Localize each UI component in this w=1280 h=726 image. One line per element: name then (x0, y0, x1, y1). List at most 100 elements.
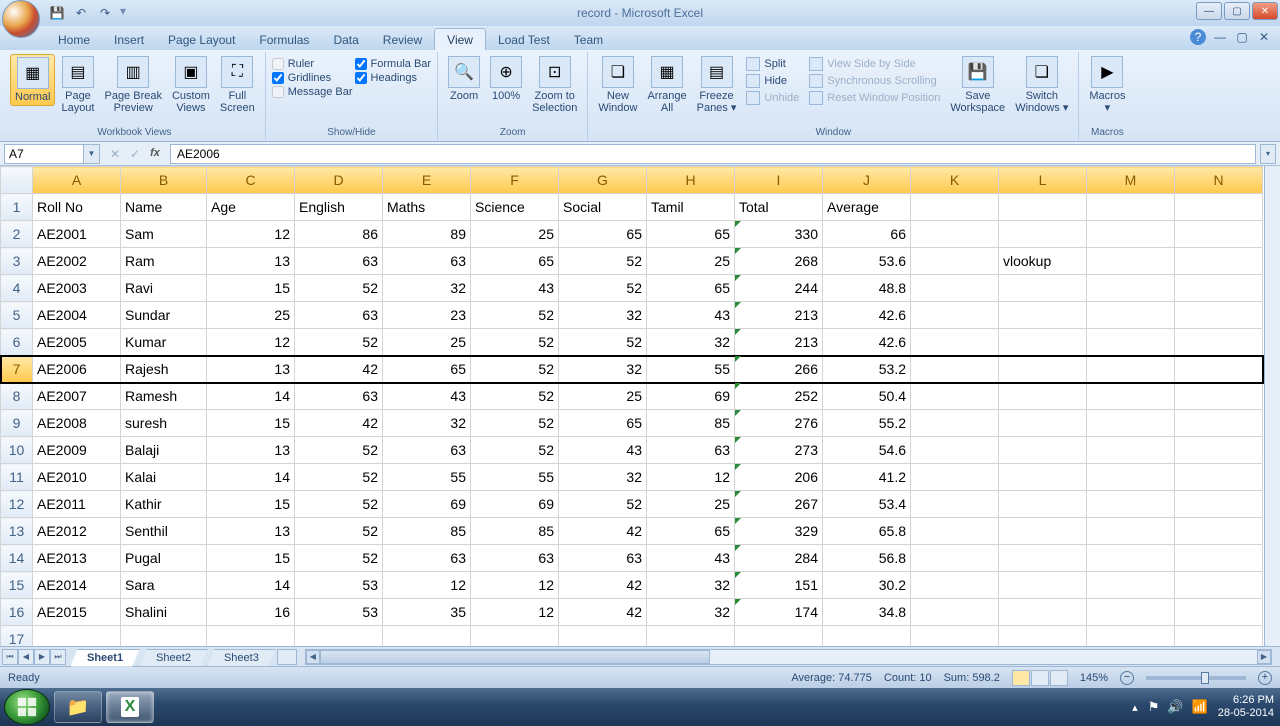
column-header[interactable]: L (999, 167, 1087, 194)
cell[interactable]: 63 (295, 302, 383, 329)
cell[interactable]: 65 (647, 221, 735, 248)
cell[interactable]: 15 (207, 491, 295, 518)
row-header[interactable]: 2 (1, 221, 33, 248)
restore-workbook-icon[interactable]: ▢ (1234, 29, 1250, 45)
cell[interactable]: 13 (207, 518, 295, 545)
cell[interactable]: Rajesh (121, 356, 207, 383)
cell[interactable]: 52 (471, 437, 559, 464)
cell[interactable] (999, 491, 1087, 518)
close-workbook-icon[interactable]: ✕ (1256, 29, 1272, 45)
custom-views-button[interactable]: ▣Custom Views (168, 54, 214, 116)
cell[interactable] (999, 383, 1087, 410)
cell[interactable]: 65.8 (823, 518, 911, 545)
redo-icon[interactable]: ↷ (96, 4, 114, 22)
tab-home[interactable]: Home (46, 29, 102, 50)
name-box-dropdown-icon[interactable]: ▼ (83, 145, 99, 163)
cell[interactable]: Pugal (121, 545, 207, 572)
cell[interactable] (295, 626, 383, 647)
cell[interactable]: 23 (383, 302, 471, 329)
cell[interactable]: 43 (647, 302, 735, 329)
insert-sheet-button[interactable] (277, 649, 297, 665)
cell[interactable]: 65 (647, 275, 735, 302)
row-header[interactable]: 4 (1, 275, 33, 302)
column-header[interactable]: N (1175, 167, 1263, 194)
cell[interactable]: Tamil (647, 194, 735, 221)
cell[interactable]: 43 (559, 437, 647, 464)
cell[interactable]: 52 (295, 437, 383, 464)
column-header[interactable]: F (471, 167, 559, 194)
cell[interactable]: Ramesh (121, 383, 207, 410)
cell[interactable]: Total (735, 194, 823, 221)
zoom-slider-thumb[interactable] (1201, 672, 1209, 684)
scroll-right-icon[interactable]: ▶ (1257, 650, 1271, 664)
cell[interactable] (911, 626, 999, 647)
cell[interactable]: 86 (295, 221, 383, 248)
cell[interactable]: 42 (295, 356, 383, 383)
cell[interactable] (1175, 464, 1263, 491)
column-header[interactable]: I (735, 167, 823, 194)
cell[interactable] (1175, 599, 1263, 626)
excel-taskbar-button[interactable]: X (106, 691, 154, 723)
cell[interactable]: 66 (823, 221, 911, 248)
cell[interactable]: 52 (559, 275, 647, 302)
cell[interactable] (911, 491, 999, 518)
cell[interactable] (1175, 194, 1263, 221)
cell[interactable]: 25 (559, 383, 647, 410)
formula-bar-checkbox[interactable]: Formula Bar (355, 58, 432, 70)
sheet-tab[interactable]: Sheet1 (70, 649, 140, 667)
cell[interactable]: 52 (471, 302, 559, 329)
cell[interactable]: 25 (207, 302, 295, 329)
row-header[interactable]: 11 (1, 464, 33, 491)
column-header[interactable]: D (295, 167, 383, 194)
cell[interactable]: 52 (559, 491, 647, 518)
cell[interactable] (1087, 437, 1175, 464)
cell[interactable] (1175, 275, 1263, 302)
cell[interactable] (1087, 599, 1175, 626)
scroll-thumb[interactable] (320, 650, 710, 664)
office-button[interactable] (2, 0, 40, 38)
page-layout-button[interactable]: ▤Page Layout (57, 54, 98, 116)
formula-input[interactable]: AE2006 (170, 144, 1256, 164)
cell[interactable]: 65 (559, 410, 647, 437)
cell[interactable] (999, 437, 1087, 464)
cell[interactable]: 53.4 (823, 491, 911, 518)
cell[interactable] (911, 221, 999, 248)
cell[interactable] (1087, 329, 1175, 356)
cell[interactable]: 41.2 (823, 464, 911, 491)
cell[interactable]: 65 (383, 356, 471, 383)
cell[interactable]: AE2014 (33, 572, 121, 599)
cell[interactable]: 151 (735, 572, 823, 599)
cell[interactable]: Sundar (121, 302, 207, 329)
cell[interactable]: AE2010 (33, 464, 121, 491)
row-header[interactable]: 1 (1, 194, 33, 221)
cell[interactable]: 267 (735, 491, 823, 518)
cell[interactable] (647, 626, 735, 647)
row-header[interactable]: 10 (1, 437, 33, 464)
cell[interactable] (1087, 302, 1175, 329)
new-window-button[interactable]: ❏New Window (594, 54, 641, 116)
cell[interactable]: 16 (207, 599, 295, 626)
cell[interactable]: AE2001 (33, 221, 121, 248)
page-break-preview-button[interactable]: ▥Page Break Preview (100, 54, 165, 116)
cell[interactable]: 32 (647, 599, 735, 626)
cell[interactable]: 43 (471, 275, 559, 302)
ruler-checkbox[interactable]: Ruler (272, 58, 353, 70)
cell[interactable]: 53 (295, 599, 383, 626)
cell[interactable] (999, 464, 1087, 491)
cell[interactable]: 252 (735, 383, 823, 410)
row-header[interactable]: 5 (1, 302, 33, 329)
cell[interactable] (383, 626, 471, 647)
cell[interactable] (999, 356, 1087, 383)
cell[interactable]: 55.2 (823, 410, 911, 437)
cell[interactable]: 63 (383, 437, 471, 464)
first-sheet-button[interactable]: ⏮ (2, 649, 18, 665)
column-header[interactable]: M (1087, 167, 1175, 194)
cell[interactable]: 213 (735, 329, 823, 356)
cell[interactable]: 13 (207, 437, 295, 464)
cell[interactable]: vlookup (999, 248, 1087, 275)
cell[interactable]: Roll No (33, 194, 121, 221)
cell[interactable]: 15 (207, 410, 295, 437)
cell[interactable]: 32 (647, 329, 735, 356)
insert-function-button[interactable]: fx (146, 147, 164, 161)
scroll-left-icon[interactable]: ◀ (306, 650, 320, 664)
